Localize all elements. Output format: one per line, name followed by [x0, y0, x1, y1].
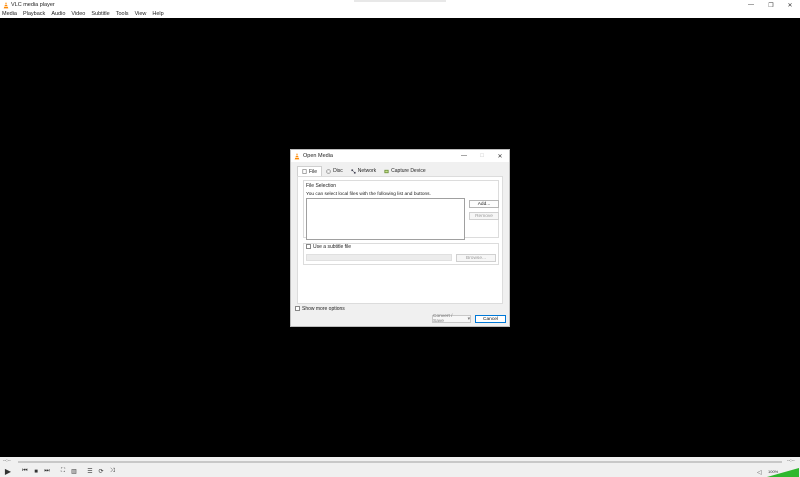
dialog-title: Open Media [303, 153, 333, 159]
convert-save-label: Convert / Save [433, 314, 453, 324]
tab-network-label: Network [357, 168, 377, 174]
close-button[interactable]: ✕ [779, 0, 800, 10]
close-icon: ✕ [497, 153, 503, 160]
menu-help[interactable]: Help [152, 11, 163, 17]
menu-tools[interactable]: Tools [116, 11, 129, 17]
menu-view[interactable]: View [135, 11, 147, 17]
remove-button[interactable]: Remove [469, 212, 499, 220]
shuffle-icon: ⤨ [109, 468, 115, 474]
seek-slider[interactable] [18, 461, 782, 463]
file-selection-group: File Selection You can select local file… [303, 180, 499, 240]
vlc-cone-icon [294, 152, 300, 159]
tab-network[interactable]: Network [347, 166, 380, 176]
dialog-close-button[interactable]: ✕ [491, 150, 509, 162]
file-selection-hint: You can select local files with the foll… [306, 192, 431, 197]
playlist-icon: ☰ [87, 469, 93, 475]
file-selection-label: File Selection [306, 183, 337, 189]
file-icon [302, 169, 307, 174]
disc-icon [326, 168, 331, 174]
tab-file[interactable]: File [297, 166, 323, 176]
tab-disc-label: Disc [333, 168, 343, 174]
loop-button[interactable]: ⟳ [96, 467, 106, 476]
extended-settings-button[interactable]: ▥ [69, 467, 79, 476]
use-subtitle-label: Use a subtitle file [313, 244, 352, 250]
dialog-titlebar: Open Media — □ ✕ [291, 150, 509, 162]
tab-capture-device[interactable]: Capture Device [380, 166, 429, 176]
menu-audio[interactable]: Audio [51, 11, 65, 17]
tab-file-label: File [309, 168, 318, 175]
fullscreen-icon: ⛶ [60, 468, 66, 474]
file-list[interactable] [306, 198, 465, 240]
dialog-tabs: File Disc Network Capture Device [297, 166, 430, 176]
subtitle-group: Use a subtitle file Browse... [303, 243, 499, 265]
previous-icon: ⏮ [22, 468, 28, 474]
playlist-button[interactable]: ☰ [85, 467, 95, 476]
close-icon: ✕ [787, 2, 793, 9]
add-button[interactable]: Add... [469, 200, 499, 208]
minimize-icon: — [461, 153, 467, 159]
menu-playback[interactable]: Playback [23, 11, 45, 17]
capture-device-icon [384, 169, 389, 173]
loop-icon: ⟳ [98, 469, 104, 475]
restore-icon: ❐ [768, 2, 774, 9]
player-control-bar: --:-- --:-- ▶ ⏮ ■ ⏭ ⛶ ▥ ☰ ⟳ ⤨ ◁ [0, 457, 800, 477]
play-icon: ▶ [4, 467, 12, 476]
tab-capture-device-label: Capture Device [391, 168, 426, 174]
window-titlebar: VLC media player — ❐ ✕ [0, 0, 800, 10]
cancel-button[interactable]: Cancel [475, 315, 506, 323]
open-media-dialog: Open Media — □ ✕ File Disc Network Captu… [290, 149, 510, 327]
use-subtitle-checkbox[interactable] [306, 244, 311, 249]
minimize-button[interactable]: — [740, 0, 762, 10]
fullscreen-button[interactable]: ⛶ [58, 467, 68, 476]
next-button[interactable]: ⏭ [42, 467, 52, 476]
stop-icon: ■ [34, 468, 38, 475]
show-more-checkbox[interactable] [295, 306, 300, 311]
remaining-time: --:-- [787, 459, 795, 464]
speaker-icon[interactable]: ◁ [757, 469, 762, 476]
vlc-cone-icon [3, 1, 9, 8]
extended-settings-icon: ▥ [71, 469, 77, 475]
minimize-icon: — [748, 2, 754, 8]
volume-percent: 100% [768, 469, 779, 474]
convert-save-button[interactable]: Convert / Save ▾ [432, 314, 471, 324]
menu-subtitle[interactable]: Subtitle [91, 11, 109, 17]
tab-disc[interactable]: Disc [322, 166, 347, 176]
chevron-down-icon: ▾ [467, 316, 470, 322]
maximize-icon: □ [480, 153, 484, 159]
menu-video[interactable]: Video [71, 11, 85, 17]
browse-button[interactable]: Browse... [456, 254, 496, 262]
previous-button[interactable]: ⏮ [20, 467, 30, 476]
subtitle-path-input[interactable] [306, 254, 452, 261]
play-button[interactable]: ▶ [2, 467, 14, 476]
menu-media[interactable]: Media [2, 11, 17, 17]
window-title: VLC media player [11, 2, 55, 8]
show-more-label: Show more options [302, 306, 345, 312]
menu-bar: Media Playback Audio Video Subtitle Tool… [0, 10, 800, 18]
network-icon [351, 168, 356, 174]
title-drag-strip [354, 0, 446, 2]
shuffle-button[interactable]: ⤨ [107, 467, 117, 476]
dialog-maximize-button[interactable]: □ [473, 150, 491, 162]
next-icon: ⏭ [44, 468, 50, 474]
stop-button[interactable]: ■ [31, 467, 41, 476]
file-tab-panel: File Selection You can select local file… [297, 176, 503, 304]
elapsed-time: --:-- [3, 459, 11, 464]
dialog-minimize-button[interactable]: — [455, 150, 473, 162]
